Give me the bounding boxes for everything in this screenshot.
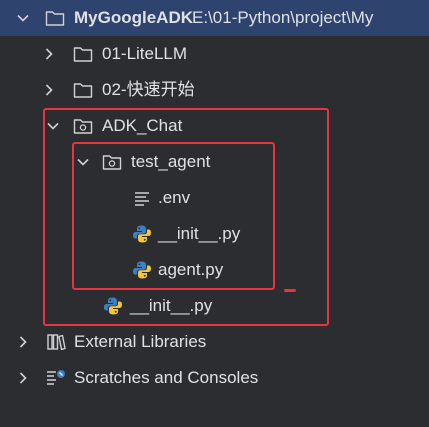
tree-label: MyGoogleADK [74, 8, 193, 27]
folder-icon [44, 7, 66, 29]
annotation-inner-box [72, 142, 275, 290]
tree-row-project-root[interactable]: MyGoogleADK E:\01-Python\project\My [0, 0, 429, 36]
tree-label: 01-LiteLLM [102, 44, 188, 63]
chevron-right-icon[interactable] [42, 83, 56, 97]
library-icon [45, 331, 67, 353]
tree-label: External Libraries [74, 332, 207, 351]
tree-row-external-libraries[interactable]: External Libraries [0, 324, 429, 360]
tree-label: Scratches and Consoles [74, 368, 259, 387]
tree-label: 02-快速开始 [102, 80, 195, 99]
folder-icon [72, 79, 94, 101]
folder-icon [72, 43, 94, 65]
tree-row-folder[interactable]: 02-快速开始 [0, 72, 429, 108]
chevron-right-icon[interactable] [16, 335, 30, 349]
tree-row-folder[interactable]: 01-LiteLLM [0, 36, 429, 72]
annotation-mark [284, 289, 296, 292]
project-path: E:\01-Python\project\My [192, 8, 374, 27]
chevron-right-icon[interactable] [16, 371, 30, 385]
chevron-right-icon[interactable] [42, 47, 56, 61]
scratches-icon [45, 367, 67, 389]
tree-row-scratches[interactable]: Scratches and Consoles [0, 360, 429, 396]
chevron-down-icon[interactable] [16, 11, 30, 25]
